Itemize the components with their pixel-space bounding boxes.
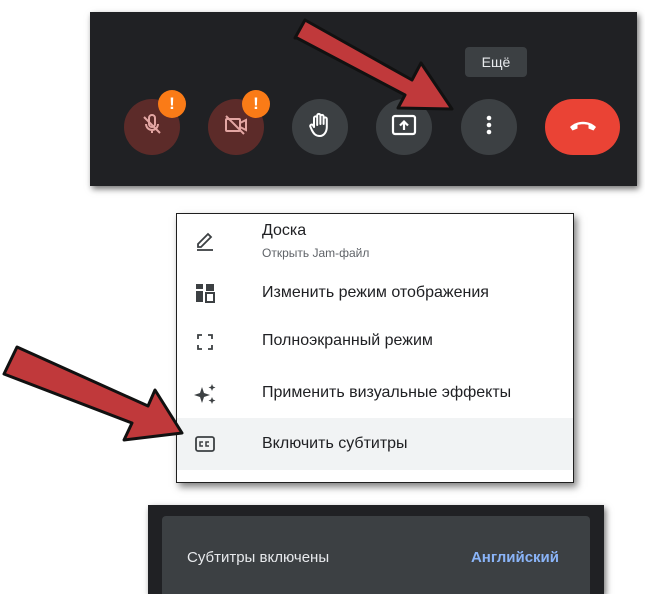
sparkle-icon	[193, 382, 217, 406]
menu-item-fullscreen[interactable]: Полноэкранный режим	[177, 316, 573, 368]
camera-off-button[interactable]: !	[208, 90, 270, 155]
captions-status-text: Субтитры включены	[187, 549, 330, 566]
closed-captions-icon	[193, 432, 217, 456]
menu-item-label: Включить субтитры	[262, 435, 408, 452]
fullscreen-icon	[193, 330, 217, 354]
mic-off-icon	[140, 113, 164, 142]
more-options-tooltip: Ещё	[465, 47, 527, 77]
menu-item-label: Доска	[262, 222, 307, 239]
present-screen-icon	[391, 113, 417, 142]
menu-item-visual-effects[interactable]: Применить визуальные эффекты	[177, 368, 573, 418]
menu-item-label: Применить визуальные эффекты	[262, 384, 512, 401]
menu-item-sublabel: Открыть Jam-файл	[262, 246, 370, 260]
menu-item-label: Полноэкранный режим	[262, 332, 433, 349]
camera-off-icon	[223, 113, 249, 142]
more-options-menu: Доска Открыть Jam-файл Изменить режим от…	[176, 213, 574, 483]
captions-language-link[interactable]: Английский	[471, 549, 559, 566]
end-call-button[interactable]	[545, 99, 620, 155]
arrow-to-captions-item	[2, 345, 184, 442]
menu-item-whiteboard[interactable]: Доска Открыть Jam-файл	[177, 214, 573, 270]
hand-icon	[307, 111, 333, 144]
warning-badge: !	[242, 90, 270, 118]
raise-hand-button[interactable]	[292, 99, 348, 155]
more-vert-icon	[485, 113, 493, 142]
pen-icon	[193, 228, 217, 252]
more-options-button[interactable]	[461, 99, 517, 155]
microphone-off-button[interactable]: !	[124, 90, 186, 155]
menu-item-turn-on-captions[interactable]: Включить субтитры	[177, 418, 573, 470]
captions-status-panel: Субтитры включены Английский	[162, 516, 590, 594]
warning-badge: !	[158, 90, 186, 118]
meeting-controls-bar: ! ! Ещё	[90, 12, 637, 186]
menu-item-label: Изменить режим отображения	[262, 284, 489, 301]
present-button[interactable]	[376, 99, 432, 155]
layout-icon	[193, 281, 217, 305]
phone-hangup-icon	[568, 117, 598, 138]
captions-status-bar: Субтитры включены Английский	[148, 505, 604, 594]
menu-item-change-layout[interactable]: Изменить режим отображения	[177, 270, 573, 316]
